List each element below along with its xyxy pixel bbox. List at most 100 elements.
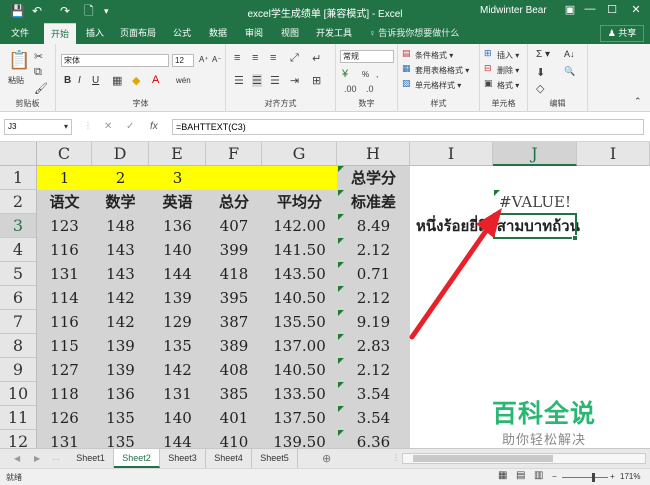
tab-data[interactable]: 数据 — [202, 23, 234, 44]
font-color-icon[interactable]: A — [152, 74, 159, 86]
tab-file[interactable]: 文件 — [4, 23, 36, 44]
sheet-tab-1[interactable]: Sheet1 — [68, 449, 114, 468]
sort-filter-button[interactable]: A↓ — [564, 49, 575, 59]
align-center-icon[interactable]: ☰ — [252, 74, 262, 87]
tab-developer[interactable]: 开发工具 — [310, 23, 358, 44]
align-top-icon[interactable]: ≡ — [234, 52, 240, 64]
delete-cells-icon[interactable]: ⊟ — [484, 63, 492, 74]
decrease-decimal-icon[interactable]: .0 — [366, 84, 374, 94]
close-icon[interactable]: ✕ — [626, 3, 646, 16]
grow-font-button[interactable]: A⁺ — [199, 55, 209, 64]
sheet-tab-3[interactable]: Sheet3 — [160, 449, 206, 468]
splitter-icon[interactable]: ⋮ — [84, 121, 92, 130]
find-select-button[interactable]: 🔍 — [564, 66, 575, 77]
format-as-table-icon[interactable]: ▦ — [402, 63, 411, 74]
format-as-table-button[interactable]: 套用表格格式 ▾ — [415, 65, 469, 76]
sheet-prev-button[interactable]: ◀ — [14, 454, 20, 463]
paste-button[interactable]: 粘贴 — [8, 75, 24, 86]
cut-icon[interactable]: ✂ — [34, 50, 43, 63]
excel-window: 💾 ↶ ↷ 🗋 ▾ excel学生成绩单 [兼容模式] - Excel Midw… — [0, 0, 650, 485]
horizontal-scrollbar[interactable] — [402, 453, 646, 464]
fill-icon[interactable]: ⬇ — [536, 66, 545, 79]
maximize-icon[interactable]: ☐ — [602, 3, 622, 16]
zoom-out-button[interactable]: − — [552, 472, 557, 481]
align-bottom-icon[interactable]: ≡ — [270, 52, 276, 64]
page-layout-view-icon[interactable]: ▤ — [516, 470, 525, 481]
add-sheet-button[interactable]: ⊕ — [322, 452, 331, 465]
conditional-format-icon[interactable]: ▤ — [402, 48, 411, 59]
number-format-select[interactable]: 常规 — [340, 50, 394, 63]
editing-group-label: 编辑 — [549, 99, 566, 108]
percent-button[interactable]: % — [362, 70, 369, 79]
zoom-slider-thumb[interactable] — [592, 473, 595, 482]
tab-formulas[interactable]: 公式 — [166, 23, 198, 44]
format-cells-button[interactable]: 格式 ▾ — [497, 80, 519, 91]
name-box-dropdown-icon[interactable]: ▾ — [64, 122, 68, 131]
zoom-level[interactable]: 171% — [620, 472, 640, 481]
align-right-icon[interactable]: ☰ — [270, 74, 280, 87]
cell-styles-button[interactable]: 单元格样式 ▾ — [415, 80, 461, 91]
autosum-button[interactable]: Σ ▾ — [536, 49, 550, 60]
merge-center-icon[interactable]: ⊞ — [312, 74, 321, 87]
copy-icon[interactable]: ⧉ — [34, 66, 42, 79]
formula-bar: J3 ▾ ⋮ ✕ ✓ fx =BAHTTEXT(C3) — [0, 112, 650, 142]
sheet-tab-2[interactable]: Sheet2 — [114, 449, 160, 468]
tell-me-search[interactable]: ♀ 告诉我你想要做什么 — [369, 23, 459, 44]
cancel-entry-button[interactable]: ✕ — [104, 121, 112, 132]
horizontal-scroll-thumb[interactable] — [413, 455, 553, 462]
font-size-select[interactable]: 12 — [172, 54, 194, 67]
tab-review[interactable]: 审阅 — [238, 23, 270, 44]
clear-icon[interactable]: ◇ — [536, 82, 544, 95]
wrap-text-icon[interactable]: ↵ — [312, 52, 321, 65]
currency-icon[interactable]: ¥ — [342, 68, 348, 80]
user-name[interactable]: Midwinter Bear — [480, 5, 547, 16]
italic-button[interactable]: I — [78, 75, 81, 86]
sheet-tab-4[interactable]: Sheet4 — [206, 449, 252, 468]
editing-group: Σ ▾ A↓ ⬇ 🔍 ◇ 编辑 — [528, 44, 588, 112]
insert-cells-icon[interactable]: ⊞ — [484, 48, 492, 59]
collapse-ribbon-icon[interactable]: ⌃ — [634, 96, 642, 107]
ribbon-tab-bar: 文件 开始 插入 页面布局 公式 数据 审阅 视图 开发工具 ♀ 告诉我你想要做… — [0, 23, 650, 44]
normal-view-icon[interactable]: ▦ — [498, 470, 507, 481]
format-cells-icon[interactable]: ▣ — [484, 78, 493, 89]
fill-color-icon[interactable]: ◆ — [132, 74, 140, 87]
ribbon-display-options-icon[interactable]: ▣ — [560, 3, 580, 16]
indent-icon[interactable]: ⇥ — [290, 74, 299, 87]
delete-cells-button[interactable]: 删除 ▾ — [497, 65, 519, 76]
page-break-view-icon[interactable]: ▥ — [534, 470, 543, 481]
name-box[interactable]: J3 — [4, 119, 72, 135]
orientation-icon[interactable]: ⤢ — [290, 52, 299, 65]
increase-decimal-icon[interactable]: .00 — [344, 84, 357, 94]
insert-cells-button[interactable]: 插入 ▾ — [497, 50, 519, 61]
sheet-next-button[interactable]: ▶ — [34, 454, 40, 463]
formula-input[interactable]: =BAHTTEXT(C3) — [172, 119, 644, 135]
comma-button[interactable]: , — [376, 70, 378, 79]
shrink-font-button[interactable]: A⁻ — [212, 55, 222, 64]
tab-view[interactable]: 视图 — [274, 23, 306, 44]
borders-icon[interactable]: ▦ — [112, 74, 122, 87]
tab-home[interactable]: 开始 — [44, 23, 76, 44]
conditional-format-button[interactable]: 条件格式 ▾ — [415, 50, 453, 61]
font-name-select[interactable]: 宋体 — [61, 54, 169, 67]
sheet-more-button[interactable]: … — [52, 453, 60, 462]
format-painter-icon[interactable]: 🖌 — [34, 82, 48, 95]
sheet-tab-5[interactable]: Sheet5 — [252, 449, 298, 468]
align-left-icon[interactable]: ☰ — [234, 74, 244, 87]
tab-page-layout[interactable]: 页面布局 — [114, 23, 162, 44]
minimize-icon[interactable]: — — [580, 3, 600, 15]
tab-insert[interactable]: 插入 — [80, 23, 110, 44]
font-group-label: 字体 — [132, 99, 149, 108]
enter-entry-button[interactable]: ✓ — [126, 121, 134, 132]
insert-function-button[interactable]: fx — [150, 121, 158, 132]
zoom-in-button[interactable]: + — [610, 472, 615, 481]
zoom-slider[interactable] — [562, 473, 608, 482]
worksheet-grid[interactable]: CDEFGHIJI 12345678910111213 123总学分语文数学英语… — [0, 142, 650, 448]
share-button[interactable]: ♟ 共享 — [600, 25, 644, 42]
paste-icon[interactable]: 📋 — [8, 50, 30, 71]
tab-split-handle[interactable]: ⋮ — [392, 453, 400, 462]
align-middle-icon[interactable]: ≡ — [252, 52, 258, 64]
bold-button[interactable]: B — [64, 75, 71, 86]
cell-styles-icon[interactable]: ▧ — [402, 78, 411, 89]
underline-button[interactable]: U — [92, 75, 99, 86]
phonetic-button[interactable]: wén — [176, 76, 191, 85]
